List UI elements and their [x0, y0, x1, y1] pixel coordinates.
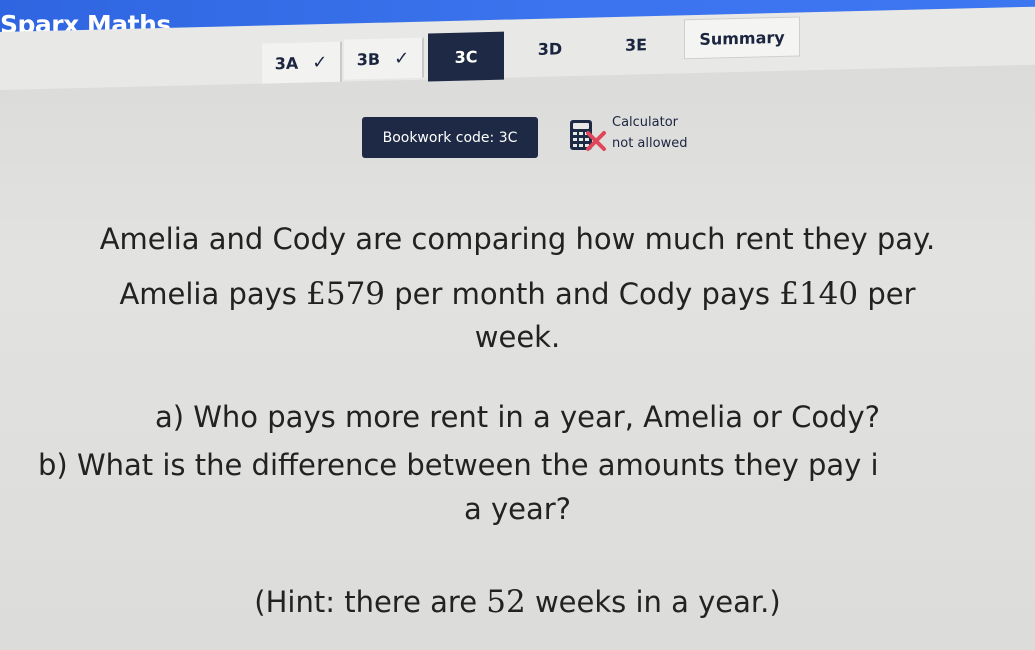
tab-3c[interactable]: 3C: [428, 31, 504, 82]
tab-3d[interactable]: 3D: [512, 28, 588, 70]
tab-3b-label: 3B: [356, 49, 381, 69]
tab-3a-label: 3A: [274, 53, 299, 73]
question-line-3: week.: [474, 320, 561, 354]
bookwork-code-badge: Bookwork code: 3C: [362, 117, 538, 158]
tab-summary[interactable]: Summary: [684, 16, 800, 60]
tab-3b[interactable]: 3B ✓: [344, 37, 424, 80]
calculator-not-allowed: not allowed: [612, 136, 688, 151]
question-text: per: [858, 277, 916, 311]
hint-text: (Hint: there are 52 weeks in a year.): [0, 584, 1035, 620]
question-line-2: Amelia pays £579 per month and Cody pays…: [0, 276, 1035, 312]
hint-number: 52: [486, 584, 526, 620]
question-line-1: Amelia and Cody are comparing how much r…: [99, 222, 936, 256]
tab-3e[interactable]: 3E: [598, 24, 674, 66]
calculator-status: Calculator not allowed: [612, 112, 687, 154]
tab-3e-label: 3E: [624, 34, 648, 55]
tab-3a[interactable]: 3A ✓: [262, 41, 342, 84]
tab-3c-label: 3C: [454, 46, 478, 67]
question-text: per month and Cody pays: [385, 277, 780, 311]
calculator-label: Calculator: [612, 115, 679, 130]
bookwork-code-label: Bookwork code: 3C: [382, 129, 518, 146]
hint-prefix: (Hint: there are: [254, 585, 487, 619]
question-text: Amelia pays: [119, 277, 307, 311]
question-part-b-cont: a year?: [463, 492, 572, 526]
check-icon: ✓: [394, 47, 410, 69]
amount-cody: £140: [779, 276, 859, 312]
calculator-crossed-icon: [570, 120, 606, 151]
question-part-b: b) What is the difference between the am…: [38, 448, 879, 482]
check-icon: ✓: [312, 51, 328, 73]
question-part-a: a) Who pays more rent in a year, Amelia …: [154, 400, 881, 434]
tab-3d-label: 3D: [537, 38, 563, 59]
tab-summary-label: Summary: [699, 27, 785, 49]
hint-suffix: weeks in a year.): [525, 585, 781, 619]
amount-amelia: £579: [306, 276, 386, 312]
